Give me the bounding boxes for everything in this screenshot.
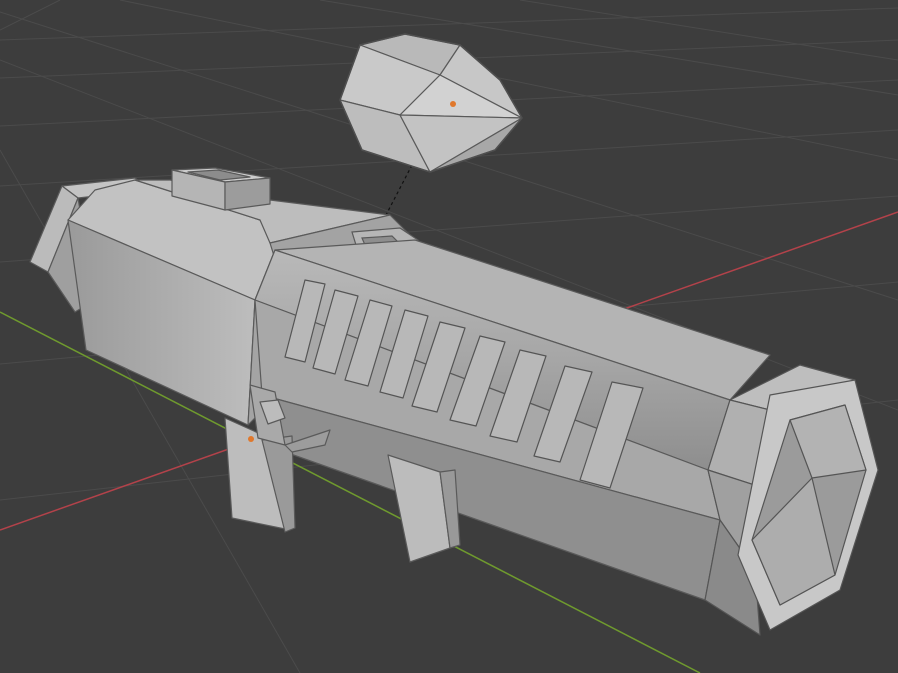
relationship-line [385,164,413,216]
viewport-canvas[interactable] [0,0,898,673]
launcher-origin-point [248,436,254,442]
icosphere-object[interactable] [339,33,523,173]
icosphere-origin-point [450,101,456,107]
front-grip[interactable] [387,454,461,563]
3d-viewport[interactable] [0,0,898,673]
